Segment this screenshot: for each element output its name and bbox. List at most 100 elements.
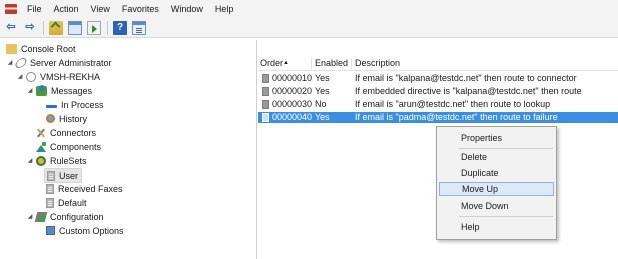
menu-separator	[459, 216, 553, 217]
cell-enabled: No	[315, 99, 327, 109]
cell-order: 00000020	[272, 86, 313, 96]
messages-icon	[36, 84, 47, 96]
menu-window[interactable]: Window	[165, 0, 209, 18]
expand-arrow-icon[interactable]: ◢	[16, 73, 24, 80]
tree-node-label: Default	[58, 197, 87, 208]
forward-arrow-icon[interactable]: ⇨	[23, 21, 37, 35]
tree-node-label: In Process	[61, 99, 104, 110]
in-process-icon	[46, 104, 57, 108]
computer-icon	[26, 71, 36, 82]
menu-separator	[459, 148, 553, 149]
sort-ascending-icon: ▲	[283, 60, 289, 66]
menu-item-properties[interactable]: Properties	[439, 131, 554, 145]
rule-icon	[262, 87, 269, 96]
column-divider[interactable]	[351, 58, 352, 69]
cell-description: If embedded directive is "kalpana@testdc…	[355, 86, 582, 96]
tree-node-vmsh-rekha[interactable]: ◢ VMSH-REKHA	[16, 70, 100, 83]
server-icon	[13, 57, 29, 68]
tree-node-rulesets[interactable]: ◢ RuleSets	[26, 154, 87, 167]
cell-description: If email is "arun@testdc.net" then route…	[355, 99, 551, 109]
tree-node-label: RuleSets	[50, 155, 87, 166]
help-icon[interactable]: ?	[113, 20, 127, 35]
tree-node-messages[interactable]: ◢ Messages	[26, 84, 92, 97]
table-row[interactable]: 00000020 Yes If embedded directive is "k…	[258, 86, 618, 97]
expand-arrow-icon[interactable]: ◢	[6, 59, 14, 66]
export-list-icon[interactable]	[87, 20, 101, 35]
expand-arrow-icon[interactable]: ◢	[26, 213, 34, 220]
menu-help[interactable]: Help	[209, 0, 240, 18]
menu-item-delete[interactable]: Delete	[439, 150, 554, 164]
toolbar: ⇦ ⇨ ?	[0, 18, 618, 38]
cell-enabled: Yes	[315, 73, 330, 83]
tree-node-configuration[interactable]: ◢ Configuration	[26, 210, 104, 223]
tree-node-default[interactable]: Default	[46, 196, 87, 209]
menu-bar: File Action View Favorites Window Help	[0, 0, 618, 18]
rule-icon	[262, 100, 269, 109]
folder-icon	[6, 43, 17, 54]
ruleset-icon	[46, 183, 54, 194]
connectors-icon	[36, 128, 46, 138]
properties-icon[interactable]	[132, 20, 146, 35]
menu-view[interactable]: View	[85, 0, 116, 18]
tree-node-label: History	[59, 113, 88, 124]
folder-up-icon[interactable]	[49, 20, 63, 35]
tree-node-label: Console Root	[21, 43, 76, 54]
menu-file[interactable]: File	[21, 0, 48, 18]
tree-node-label: Server Administrator	[30, 57, 112, 68]
rulesets-icon	[36, 155, 46, 166]
toolbar-separator	[43, 20, 44, 35]
show-hide-console-tree-icon[interactable]	[68, 20, 82, 35]
tree-node-label: Connectors	[50, 127, 97, 138]
tree-node-custom-options[interactable]: Custom Options	[46, 224, 124, 237]
tree-node-connectors[interactable]: Connectors	[36, 126, 96, 139]
rule-icon	[262, 74, 269, 83]
menu-item-move-down[interactable]: Move Down	[439, 199, 554, 213]
tree-node-console-root[interactable]: Console Root	[6, 42, 76, 55]
menu-action[interactable]: Action	[48, 0, 85, 18]
cell-enabled: Yes	[315, 112, 330, 122]
tree-node-label: Received Faxes	[58, 183, 123, 194]
column-header-order[interactable]: Order▲	[260, 57, 289, 70]
mmc-app-icon	[5, 4, 17, 14]
tree-node-received-faxes[interactable]: Received Faxes	[46, 182, 123, 195]
cell-order: 00000010	[272, 73, 313, 83]
expand-arrow-icon[interactable]: ◢	[26, 87, 34, 94]
cell-enabled: Yes	[315, 86, 330, 96]
tree-node-label: User	[59, 170, 79, 181]
tree-node-label: Configuration	[50, 211, 104, 222]
tree-node-history[interactable]: History	[46, 112, 87, 125]
menu-item-duplicate[interactable]: Duplicate	[439, 166, 554, 180]
tree-node-label: Custom Options	[59, 225, 124, 236]
console-tree: Console Root ◢ Server Administrator ◢ VM…	[0, 40, 257, 259]
cell-order: 00000040	[272, 112, 313, 122]
components-icon	[36, 141, 46, 152]
rule-icon	[262, 113, 269, 122]
table-row[interactable]: 00000030 No If email is "arun@testdc.net…	[258, 99, 618, 110]
back-arrow-icon[interactable]: ⇦	[4, 21, 18, 35]
toolbar-separator	[107, 20, 108, 35]
cell-description: If email is "kalpana@testdc.net" then ro…	[355, 73, 577, 83]
table-row[interactable]: 00000010 Yes If email is "kalpana@testdc…	[258, 73, 618, 84]
tree-node-server-administrator[interactable]: ◢ Server Administrator	[6, 56, 112, 69]
list-header: Order▲ Enabled Description	[258, 57, 618, 71]
tree-node-label: Components	[50, 141, 102, 152]
menu-item-move-up[interactable]: Move Up	[439, 182, 554, 196]
menu-item-help[interactable]: Help	[439, 220, 554, 234]
menu-favorites[interactable]: Favorites	[116, 0, 165, 18]
cell-order: 00000030	[272, 99, 313, 109]
tree-node-label: VMSH-REKHA	[40, 71, 101, 82]
tree-node-in-process[interactable]: In Process	[46, 98, 104, 111]
cell-description: If email is "padma@testdc.net" then rout…	[355, 112, 558, 122]
column-divider[interactable]	[311, 58, 312, 69]
column-header-enabled[interactable]: Enabled	[315, 57, 348, 70]
tree-node-user[interactable]: User	[44, 168, 83, 183]
expand-arrow-icon[interactable]: ◢	[26, 157, 34, 164]
custom-options-icon	[46, 226, 55, 235]
tree-node-label: Messages	[51, 85, 93, 96]
ruleset-icon	[46, 197, 54, 208]
table-row-selected[interactable]: 00000040 Yes If email is "padma@testdc.n…	[258, 112, 618, 123]
context-menu: Properties Delete Duplicate Move Up Move…	[436, 126, 557, 240]
column-header-description[interactable]: Description	[355, 57, 400, 70]
tree-node-components[interactable]: Components	[36, 140, 101, 153]
ruleset-icon	[47, 170, 55, 181]
